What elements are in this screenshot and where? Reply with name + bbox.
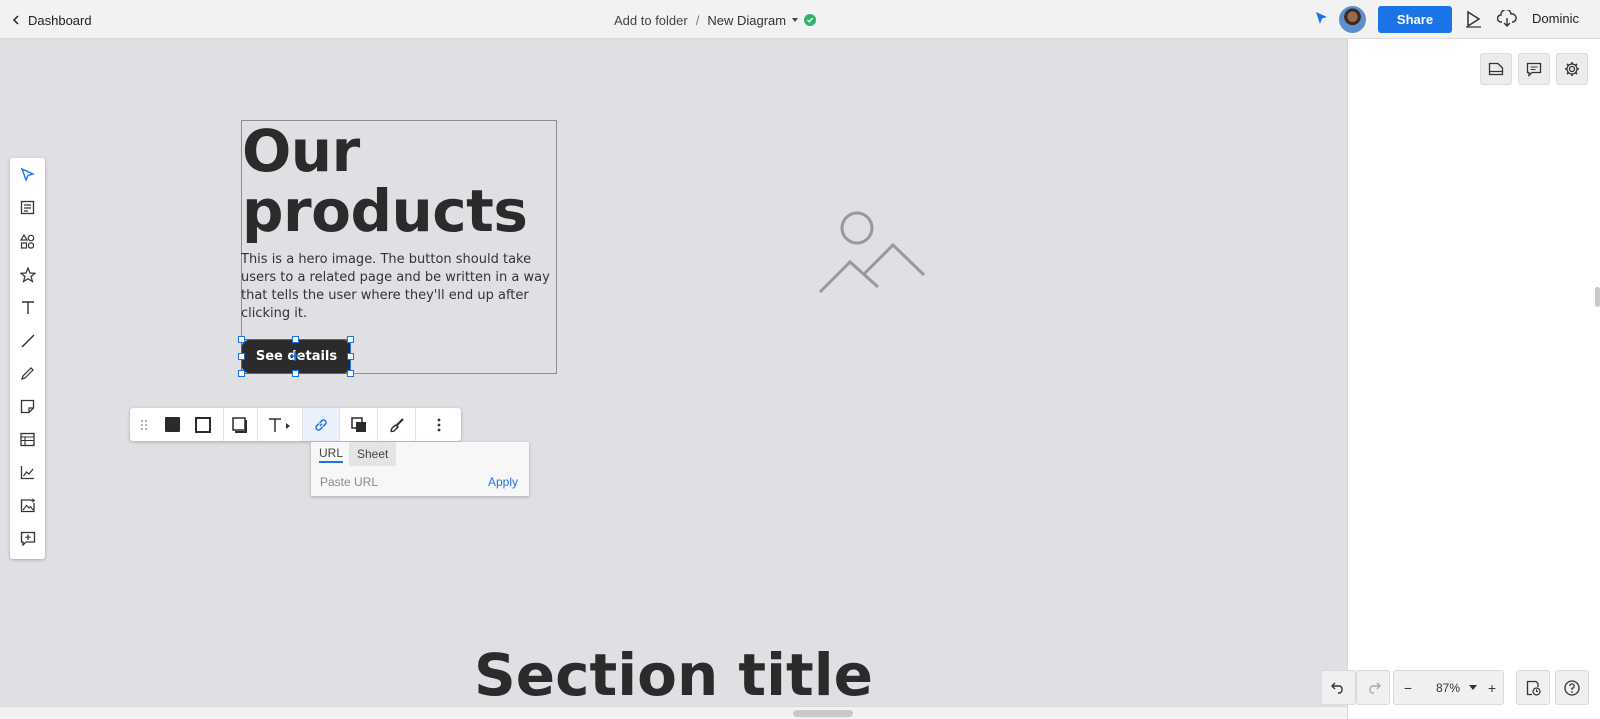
element-toolbar bbox=[130, 408, 461, 441]
tab-url-label: URL bbox=[319, 446, 344, 463]
breadcrumb-separator: / bbox=[695, 12, 700, 28]
embed-tool-icon[interactable] bbox=[10, 522, 45, 555]
horizontal-scrollbar-thumb[interactable] bbox=[793, 710, 853, 717]
text-style-icon[interactable] bbox=[258, 408, 302, 441]
format-painter-icon[interactable] bbox=[378, 408, 415, 441]
settings-gear-icon[interactable] bbox=[1556, 53, 1588, 85]
text-tool-icon[interactable] bbox=[10, 291, 45, 324]
resize-handle-bottom-right[interactable] bbox=[347, 370, 354, 377]
chevron-left-icon bbox=[12, 15, 19, 25]
caret-down-icon bbox=[792, 18, 799, 22]
document-title-dropdown[interactable]: New Diagram bbox=[707, 12, 817, 28]
zoom-dropdown-icon[interactable] bbox=[1467, 671, 1479, 704]
zoom-out-button[interactable]: − bbox=[1394, 671, 1422, 704]
shadow-icon[interactable] bbox=[224, 408, 256, 441]
add-to-folder-link[interactable]: Add to folder bbox=[614, 13, 688, 28]
undo-icon[interactable] bbox=[1321, 670, 1356, 705]
diagram-canvas[interactable]: Our products This is a hero image. The b… bbox=[0, 39, 1347, 706]
user-avatar[interactable] bbox=[1339, 6, 1366, 33]
hero-description[interactable]: This is a hero image. The button should … bbox=[241, 251, 561, 323]
back-to-dashboard-link[interactable]: Dashboard bbox=[12, 11, 92, 29]
pages-icon[interactable] bbox=[1480, 53, 1512, 85]
resize-handle-top-left[interactable] bbox=[238, 336, 245, 343]
help-icon[interactable] bbox=[1555, 670, 1589, 705]
fill-color-icon[interactable] bbox=[157, 408, 187, 441]
resize-handle-top[interactable] bbox=[292, 336, 299, 343]
drag-handle-icon[interactable] bbox=[130, 408, 157, 441]
more-options-icon[interactable] bbox=[416, 408, 461, 441]
section-title[interactable]: Section title bbox=[474, 641, 873, 706]
sticky-note-tool-icon[interactable] bbox=[10, 390, 45, 423]
redo-icon[interactable] bbox=[1356, 670, 1390, 705]
hero-heading[interactable]: Our products bbox=[242, 121, 528, 241]
saved-check-icon bbox=[804, 14, 817, 26]
right-panel bbox=[1347, 39, 1600, 719]
templates-tool-icon[interactable] bbox=[10, 191, 45, 224]
star-icons-tool-icon[interactable] bbox=[10, 258, 45, 291]
share-button[interactable]: Share bbox=[1378, 6, 1452, 33]
panel-scrollbar[interactable] bbox=[1595, 287, 1600, 307]
pen-tool-icon[interactable] bbox=[10, 357, 45, 390]
resize-handle-bottom-left[interactable] bbox=[238, 370, 245, 377]
present-play-icon[interactable] bbox=[1465, 10, 1482, 28]
left-toolbar bbox=[10, 158, 45, 559]
cloud-download-icon[interactable] bbox=[1497, 10, 1517, 28]
move-cursor-icon bbox=[290, 351, 300, 361]
tab-sheet[interactable]: Sheet bbox=[349, 442, 397, 466]
select-tool-icon[interactable] bbox=[10, 158, 45, 191]
back-label: Dashboard bbox=[28, 12, 92, 28]
image-tool-icon[interactable] bbox=[10, 489, 45, 522]
arrange-layers-icon[interactable] bbox=[340, 408, 377, 441]
document-title: New Diagram bbox=[707, 12, 787, 28]
resize-handle-right[interactable] bbox=[347, 353, 354, 360]
line-tool-icon[interactable] bbox=[10, 324, 45, 357]
shapes-tool-icon[interactable] bbox=[10, 225, 45, 258]
resize-handle-left[interactable] bbox=[238, 353, 245, 360]
zoom-in-button[interactable]: + bbox=[1479, 671, 1505, 704]
link-icon[interactable] bbox=[303, 408, 339, 441]
collaborator-cursor-icon bbox=[1315, 11, 1328, 25]
chart-tool-icon[interactable] bbox=[10, 456, 45, 489]
breadcrumb: Add to folder / New Diagram bbox=[614, 11, 817, 29]
resize-handle-bottom[interactable] bbox=[292, 370, 299, 377]
link-popup: URL Sheet Apply bbox=[311, 442, 529, 496]
top-bar: Dashboard Add to folder / New Diagram Sh… bbox=[0, 0, 1600, 39]
zoom-controls: − 87% + bbox=[1393, 670, 1504, 705]
image-placeholder-icon[interactable] bbox=[818, 210, 928, 295]
url-input[interactable] bbox=[311, 467, 471, 496]
border-color-icon[interactable] bbox=[187, 408, 219, 441]
resize-handle-top-right[interactable] bbox=[347, 336, 354, 343]
tab-url[interactable]: URL bbox=[311, 442, 351, 466]
user-name[interactable]: Dominic bbox=[1532, 11, 1579, 26]
horizontal-scroll-track bbox=[0, 706, 1347, 719]
page-history-icon[interactable] bbox=[1516, 670, 1550, 705]
table-tool-icon[interactable] bbox=[10, 423, 45, 456]
apply-button[interactable]: Apply bbox=[488, 475, 518, 489]
comments-icon[interactable] bbox=[1518, 53, 1550, 85]
